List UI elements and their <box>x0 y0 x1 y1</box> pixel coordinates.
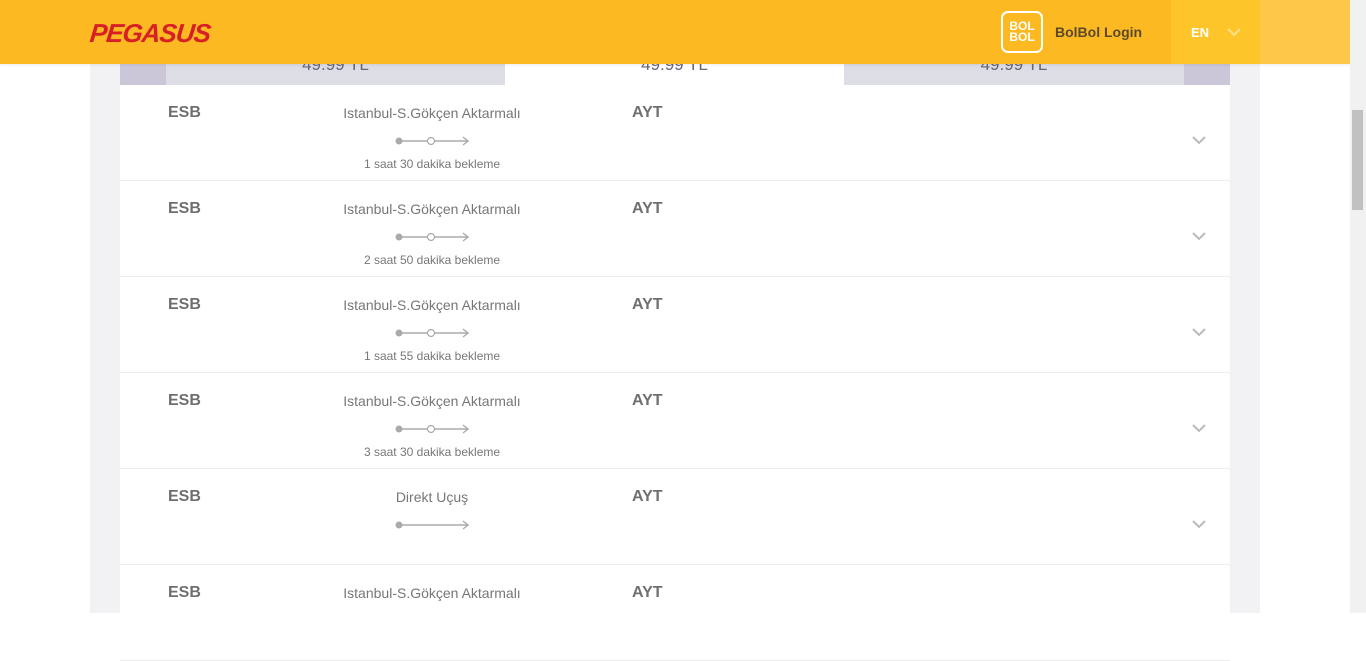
language-label: EN <box>1191 25 1210 40</box>
route-line-icon <box>395 328 470 338</box>
layover-duration: 1 saat 30 dakika bekleme <box>363 157 501 171</box>
chevron-down-icon[interactable] <box>1191 421 1207 435</box>
arrival-airport: AYT <box>632 392 663 409</box>
flight-row[interactable]: ESB Istanbul-S.Gökçen Aktarmalı 1 saat 3… <box>120 85 1230 181</box>
route-line-icon <box>395 520 470 530</box>
page-scrollbar[interactable] <box>1350 0 1366 613</box>
bolbol-login-link[interactable]: BolBol Login <box>1055 24 1142 40</box>
arrival-airport: AYT <box>632 200 663 217</box>
price-tabs: 49.99 TL 49.99 TL 49.99 TL <box>120 64 1230 85</box>
tabs-next-arrow[interactable] <box>1184 64 1230 85</box>
flight-list: ESB Istanbul-S.Gökçen Aktarmalı 1 saat 3… <box>120 85 1230 661</box>
departure-airport: ESB <box>168 392 201 409</box>
departure-airport: ESB <box>168 584 201 601</box>
price-tab-2-selected[interactable]: 49.99 TL <box>505 64 844 85</box>
departure-airport: ESB <box>168 296 201 313</box>
scrollbar-thumb[interactable] <box>1352 110 1363 210</box>
arrival-airport: AYT <box>632 584 663 601</box>
flight-row[interactable]: ESB Istanbul-S.Gökçen Aktarmalı 3 saat 3… <box>120 373 1230 469</box>
route-info: Istanbul-S.Gökçen Aktarmalı <box>343 201 521 217</box>
route-info: Istanbul-S.Gökçen Aktarmalı <box>343 585 521 601</box>
route-info: Istanbul-S.Gökçen Aktarmalı <box>343 105 521 121</box>
departure-airport: ESB <box>168 200 201 217</box>
layover-duration: 1 saat 55 dakika bekleme <box>363 349 501 363</box>
flight-row[interactable]: ESB Istanbul-S.Gökçen Aktarmalı 1 saat 5… <box>120 277 1230 373</box>
route-info: Istanbul-S.Gökçen Aktarmalı <box>343 297 521 313</box>
bolbol-badge-line-2: BOL <box>1009 30 1035 44</box>
bolbol-logo-icon[interactable]: BOL BOL <box>1001 11 1043 53</box>
header-right-area <box>1260 0 1350 64</box>
arrival-airport: AYT <box>632 296 663 313</box>
route-line-icon <box>395 136 470 146</box>
tab-price: 49.99 TL <box>641 64 708 74</box>
flight-row[interactable]: ESB Istanbul-S.Gökçen Aktarmalı 2 saat 5… <box>120 181 1230 277</box>
chevron-down-icon <box>1227 28 1241 37</box>
price-tab-1[interactable]: 49.99 TL <box>166 64 505 85</box>
tabs-prev-arrow[interactable] <box>120 64 166 85</box>
route-line-icon <box>395 424 470 434</box>
chevron-down-icon[interactable] <box>1191 133 1207 147</box>
language-selector[interactable]: EN <box>1171 0 1260 64</box>
pegasus-logo[interactable]: PEGASUS <box>88 18 211 49</box>
tab-price: 49.99 TL <box>980 64 1048 74</box>
chevron-down-icon[interactable] <box>1191 229 1207 243</box>
flight-row[interactable]: ESB Istanbul-S.Gökçen Aktarmalı AYT <box>120 565 1230 661</box>
route-info: Istanbul-S.Gökçen Aktarmalı <box>343 393 521 409</box>
route-line-icon <box>395 232 470 242</box>
layover-duration: 2 saat 50 dakika bekleme <box>363 253 501 267</box>
tab-price: 49.99 TL <box>302 64 369 74</box>
flight-row[interactable]: ESB Direkt Uçuş AYT <box>120 469 1230 565</box>
departure-airport: ESB <box>168 104 201 121</box>
departure-airport: ESB <box>168 488 201 505</box>
chevron-down-icon[interactable] <box>1191 517 1207 531</box>
arrival-airport: AYT <box>632 488 663 505</box>
route-info: Direkt Uçuş <box>395 489 469 505</box>
price-tab-3[interactable]: 49.99 TL <box>844 64 1184 85</box>
top-header: PEGASUS BOL BOL BolBol Login EN <box>0 0 1350 64</box>
chevron-down-icon[interactable] <box>1191 325 1207 339</box>
arrival-airport: AYT <box>632 104 663 121</box>
layover-duration: 3 saat 30 dakika bekleme <box>363 445 501 459</box>
